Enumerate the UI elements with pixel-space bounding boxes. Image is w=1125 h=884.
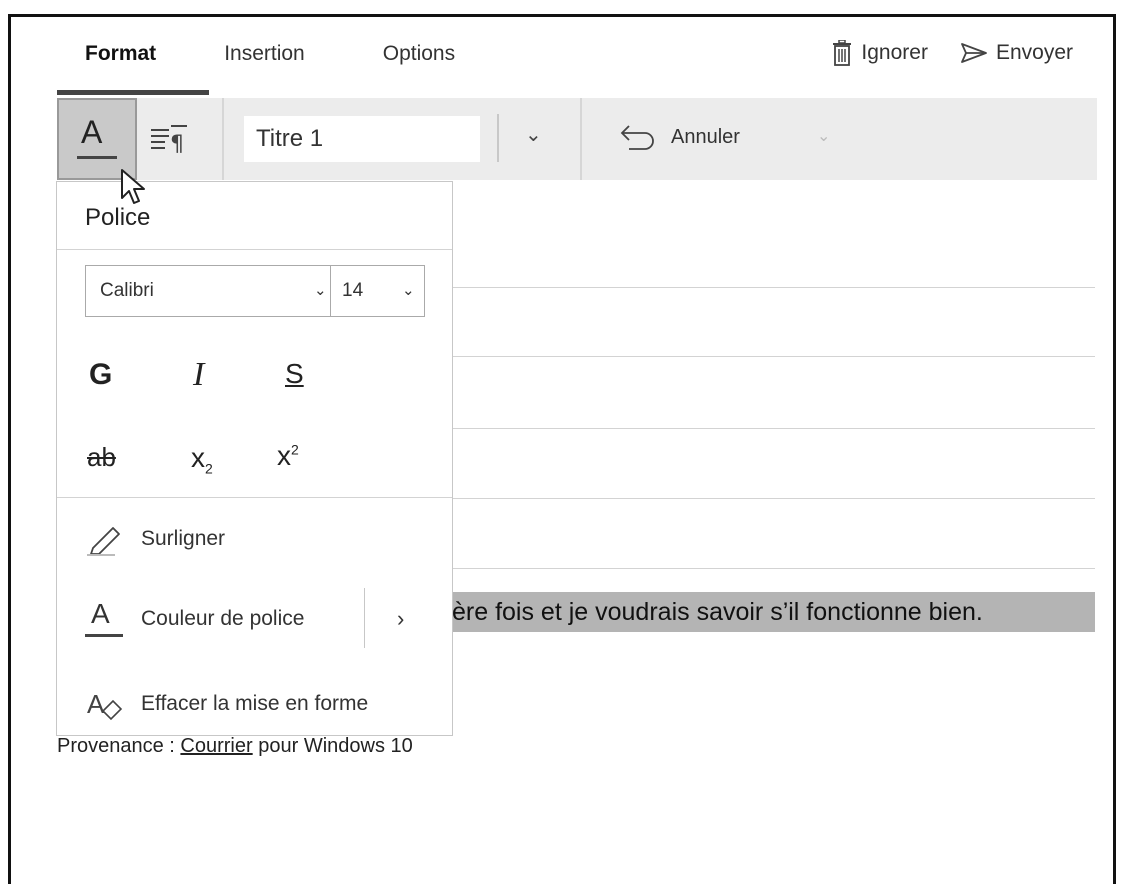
font-icon: A — [81, 114, 103, 150]
font-color-swatch — [85, 634, 123, 637]
mail-app-link[interactable]: Courrier — [180, 735, 252, 757]
signature-line: Provenance : Courrier pour Windows 10 — [57, 735, 413, 758]
font-color-icon: A — [85, 598, 125, 637]
font-size-select[interactable]: 14 — [342, 280, 363, 302]
panel-title: Police — [85, 204, 151, 231]
clear-formatting-button[interactable]: A Effacer la mise en forme — [85, 687, 368, 721]
font-color-bar — [77, 156, 117, 159]
font-color-glyph: A — [91, 598, 110, 629]
message-actions: Ignorer Envoyer — [831, 40, 1073, 66]
subscript-base: x — [191, 442, 205, 473]
message-body-selected-text[interactable]: ère fois et je voudrais savoir s’il fonc… — [452, 592, 1095, 632]
font-color-label: Couleur de police — [141, 607, 305, 630]
superscript-base: x — [277, 440, 291, 471]
undo-button[interactable]: Annuler — [617, 124, 740, 150]
signature-suffix: pour Windows 10 — [252, 735, 413, 757]
divider — [57, 497, 452, 498]
font-name-chevron-icon[interactable]: ⌄ — [314, 281, 327, 299]
format-toolbar: A ¶ Titre 1 ⌄ Annuler ⌄ — [57, 98, 1097, 180]
subscript-button[interactable]: x2 — [191, 442, 213, 477]
svg-text:A: A — [87, 689, 105, 719]
toolbar-separator — [222, 98, 224, 180]
subscript-index: 2 — [205, 460, 213, 477]
italic-button[interactable]: I — [193, 356, 204, 394]
style-selector[interactable]: Titre 1 — [244, 116, 480, 162]
underline-button[interactable]: S — [285, 358, 304, 390]
paragraph-format-icon[interactable]: ¶ — [147, 120, 191, 160]
field-line — [452, 498, 1095, 499]
divider — [57, 249, 452, 250]
tab-format[interactable]: Format — [85, 42, 156, 72]
discard-button[interactable]: Ignorer — [831, 40, 928, 66]
undo-icon — [620, 125, 654, 150]
font-name-select[interactable]: Calibri — [100, 280, 154, 302]
font-picker: Calibri ⌄ 14 ⌄ — [85, 265, 425, 317]
tab-options[interactable]: Options — [383, 42, 455, 72]
clear-formatting-label: Effacer la mise en forme — [141, 692, 369, 715]
trash-icon — [833, 40, 852, 66]
chevron-right-icon[interactable]: › — [397, 606, 404, 632]
send-icon — [961, 43, 987, 63]
field-line — [452, 428, 1095, 429]
ribbon-tabs: Format Insertion Options — [85, 42, 533, 72]
style-dropdown-chevron-icon[interactable]: ⌄ — [525, 122, 542, 147]
toolbar-separator — [580, 98, 582, 180]
mouse-pointer-icon — [121, 169, 145, 204]
highlight-label: Surligner — [141, 527, 226, 550]
superscript-button[interactable]: x2 — [277, 440, 299, 472]
field-line — [452, 287, 1095, 288]
send-button[interactable]: Envoyer — [960, 41, 1073, 65]
toolbar-separator — [497, 114, 499, 162]
svg-text:¶: ¶ — [170, 132, 184, 157]
field-line — [452, 356, 1095, 357]
field-line — [452, 568, 1095, 569]
strikethrough-button[interactable]: ab — [87, 442, 116, 473]
clear-formatting-icon: A — [87, 689, 123, 721]
select-divider — [330, 266, 331, 316]
send-label: Envoyer — [995, 41, 1073, 64]
font-color-button[interactable]: A Couleur de police — [85, 598, 305, 637]
undo-label: Annuler — [671, 125, 740, 148]
font-panel: Police Calibri ⌄ 14 ⌄ G I S ab x2 x2 Sur… — [56, 181, 453, 736]
signature-prefix: Provenance : — [57, 735, 181, 757]
tab-insertion[interactable]: Insertion — [224, 42, 305, 72]
menu-divider — [364, 588, 365, 648]
font-size-chevron-icon[interactable]: ⌄ — [402, 281, 415, 299]
bold-button[interactable]: G — [89, 358, 112, 392]
highlight-button[interactable]: Surligner — [85, 522, 225, 556]
superscript-index: 2 — [291, 441, 299, 458]
highlighter-icon — [87, 527, 120, 556]
undo-dropdown-chevron-icon[interactable]: ⌄ — [817, 126, 830, 146]
active-tab-indicator — [57, 90, 209, 95]
discard-label: Ignorer — [861, 41, 928, 64]
